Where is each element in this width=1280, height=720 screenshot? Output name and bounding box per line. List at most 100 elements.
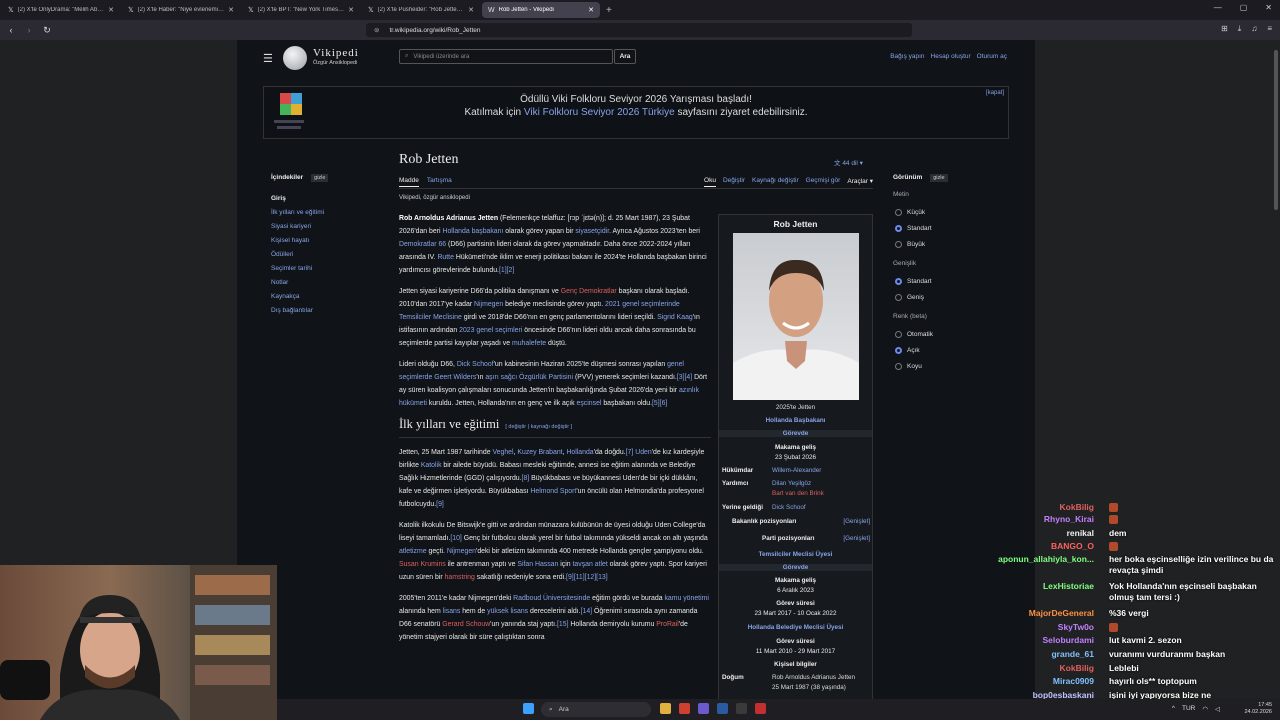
article-link[interactable]: atletizme — [399, 548, 427, 555]
donate-link[interactable]: Bağış yapın — [890, 53, 924, 60]
article-link[interactable]: Sigrid Kaag — [657, 314, 693, 321]
forward-icon[interactable]: › — [22, 25, 36, 35]
width-wide-option[interactable]: Geniş — [893, 289, 1003, 305]
url-text[interactable]: tr.wikipedia.org/wiki/Rob_Jetten — [389, 27, 480, 34]
wifi-icon[interactable]: ◠ — [1202, 705, 1208, 713]
article-link[interactable]: yüksek lisans — [487, 608, 528, 615]
article-link[interactable]: Rutte — [437, 254, 453, 261]
article-link[interactable]: [15] — [557, 621, 569, 628]
close-tab-icon[interactable]: ✕ — [108, 6, 114, 14]
article-link[interactable]: Demokratlar 66 — [399, 241, 446, 248]
color-light-option[interactable]: Açık — [893, 342, 1003, 358]
chat-username[interactable]: Seloburdami — [1043, 635, 1094, 645]
expand-party[interactable]: [Genişlet] — [843, 535, 870, 542]
article-redlink[interactable]: Gerard Schouw — [442, 621, 490, 628]
article-link[interactable]: Nijmegen — [447, 548, 476, 555]
chat-username[interactable]: Rhyno_Kirai — [1044, 514, 1094, 524]
back-icon[interactable]: ‹ — [4, 25, 18, 35]
downloads-icon[interactable]: ⤓ — [1238, 24, 1242, 34]
article-link[interactable]: Uden — [635, 449, 651, 456]
article-link[interactable]: Nijmegen — [474, 301, 503, 308]
browser-tab[interactable]: 𝕏 (2) X'te Pusheider: "Rob Jetten, Holl ✕ — [362, 2, 480, 18]
chat-username[interactable]: grande_61 — [1051, 649, 1094, 659]
article-link[interactable]: eşcinsel — [577, 400, 602, 407]
close-tab-icon[interactable]: ✕ — [348, 6, 354, 14]
chat-username[interactable]: KokBilig — [1060, 663, 1094, 673]
article-link[interactable]: tavşan atlet — [573, 561, 608, 568]
toc-item[interactable]: Kişisel hayatı — [271, 237, 381, 251]
browser-icon[interactable] — [679, 703, 690, 714]
radio-selected-icon[interactable] — [895, 277, 902, 285]
monarch-link[interactable]: Willem-Alexander — [772, 467, 821, 474]
banner-close-link[interactable]: [kapat] — [986, 90, 1004, 96]
article-link[interactable]: Kuzey Brabant — [517, 449, 562, 456]
browser-tab[interactable]: 𝕏 (2) X'te Haber: "Niye evlenemiyoru ✕ — [122, 2, 240, 18]
new-tab-button[interactable]: + — [606, 5, 612, 16]
article-redlink[interactable]: hamstring — [445, 574, 475, 581]
article-link[interactable]: [14] — [581, 608, 593, 615]
article-link[interactable]: kamu yönetimi — [664, 595, 708, 602]
article-link[interactable]: lisans — [443, 608, 461, 615]
chat-username[interactable]: Mirac0909 — [1053, 676, 1094, 686]
tab-talk[interactable]: Tartışma — [427, 177, 452, 187]
article-link[interactable]: Veghel — [492, 449, 513, 456]
party-positions[interactable]: Parti pozisyonları [Genişlet] — [722, 535, 870, 542]
toc-item[interactable]: Kaynakça — [271, 293, 381, 307]
language-button[interactable]: 文 44 dil ▾ — [834, 157, 863, 167]
article-link[interactable]: siyasetçidir — [575, 228, 609, 235]
address-bar[interactable]: ⊜ tr.wikipedia.org/wiki/Rob_Jetten — [366, 23, 912, 37]
article-link[interactable]: 2023 genel seçimleri — [459, 327, 522, 334]
tab-history[interactable]: Geçmişi gör — [806, 177, 841, 187]
article-link[interactable]: Katolik — [421, 462, 442, 469]
chevron-up-icon[interactable]: ^ — [1172, 705, 1175, 713]
article-link[interactable]: Dick Schoof — [457, 361, 494, 368]
search-input[interactable]: ⌕ Vikipedi üzerinde ara — [399, 49, 613, 64]
expand-ministerial[interactable]: [Genişlet] — [843, 518, 870, 525]
language-indicator[interactable]: TUR — [1182, 705, 1195, 713]
article-link[interactable]: [9] — [436, 501, 444, 508]
clock[interactable]: 17:45 24.02.2026 — [1244, 702, 1272, 716]
radio-selected-icon[interactable] — [895, 346, 902, 354]
article-link[interactable]: Sifan Hassan — [517, 561, 558, 568]
color-auto-option[interactable]: Otomatik — [893, 326, 1003, 342]
article-link[interactable]: muhalefete — [512, 340, 546, 347]
predecessor-link[interactable]: Dick Schoof — [772, 504, 806, 511]
toc-hide-button[interactable]: gizle — [311, 174, 329, 182]
article-link[interactable]: [3][4] — [677, 374, 692, 381]
text-small-option[interactable]: Küçük — [893, 204, 1003, 220]
volume-icon[interactable]: ◁ — [1215, 705, 1220, 713]
search-button[interactable]: Ara — [614, 49, 636, 64]
article-link[interactable]: [10] — [450, 535, 462, 542]
office-pm[interactable]: Hollanda Başbakanı — [719, 417, 872, 424]
steam-icon[interactable] — [717, 703, 728, 714]
reload-icon[interactable]: ↻ — [40, 25, 54, 36]
close-tab-icon[interactable]: ✕ — [588, 6, 594, 14]
chat-username[interactable]: BANGO_O — [1051, 541, 1094, 551]
tab-article[interactable]: Madde — [399, 177, 419, 187]
chat-username[interactable]: aponun_allahiyla_kon... — [998, 554, 1094, 564]
appearance-hide-button[interactable]: gizle — [930, 174, 948, 182]
taskbar-search[interactable]: ⌕ Ara — [541, 702, 651, 717]
article-link[interactable]: [9][11][12][13] — [566, 574, 608, 581]
article-link[interactable]: Radboud Üniversitesinde — [513, 595, 590, 602]
file-explorer-icon[interactable] — [660, 703, 671, 714]
tab-edit[interactable]: Değiştir — [723, 177, 745, 187]
tab-read[interactable]: Oku — [704, 177, 716, 187]
toc-item[interactable]: Giriş — [271, 195, 381, 209]
minimize-icon[interactable]: — — [1214, 3, 1222, 12]
chat-username[interactable]: LexHistoriae — [1043, 581, 1094, 591]
login-link[interactable]: Oturum aç — [977, 53, 1007, 60]
close-tab-icon[interactable]: ✕ — [228, 6, 234, 14]
article-link[interactable]: aşırı sağcı Özgürlük Partisini — [485, 374, 573, 381]
create-account-link[interactable]: Hesap oluştur — [931, 53, 971, 60]
tools-menu[interactable]: Araçlar ▾ — [847, 177, 873, 187]
deputy-link-1[interactable]: Dilan Yeşilgöz — [772, 480, 811, 487]
article-link[interactable]: [1][2] — [499, 267, 514, 274]
main-menu-icon[interactable]: ☰ — [263, 52, 273, 65]
app-icon[interactable] — [755, 703, 766, 714]
start-icon[interactable] — [523, 703, 534, 714]
office-council[interactable]: Hollanda Belediye Meclisi Üyesi — [719, 624, 872, 631]
scrollbar-thumb[interactable] — [1274, 50, 1278, 210]
obs-icon[interactable] — [736, 703, 747, 714]
music-icon[interactable]: ♫ — [1251, 24, 1257, 34]
